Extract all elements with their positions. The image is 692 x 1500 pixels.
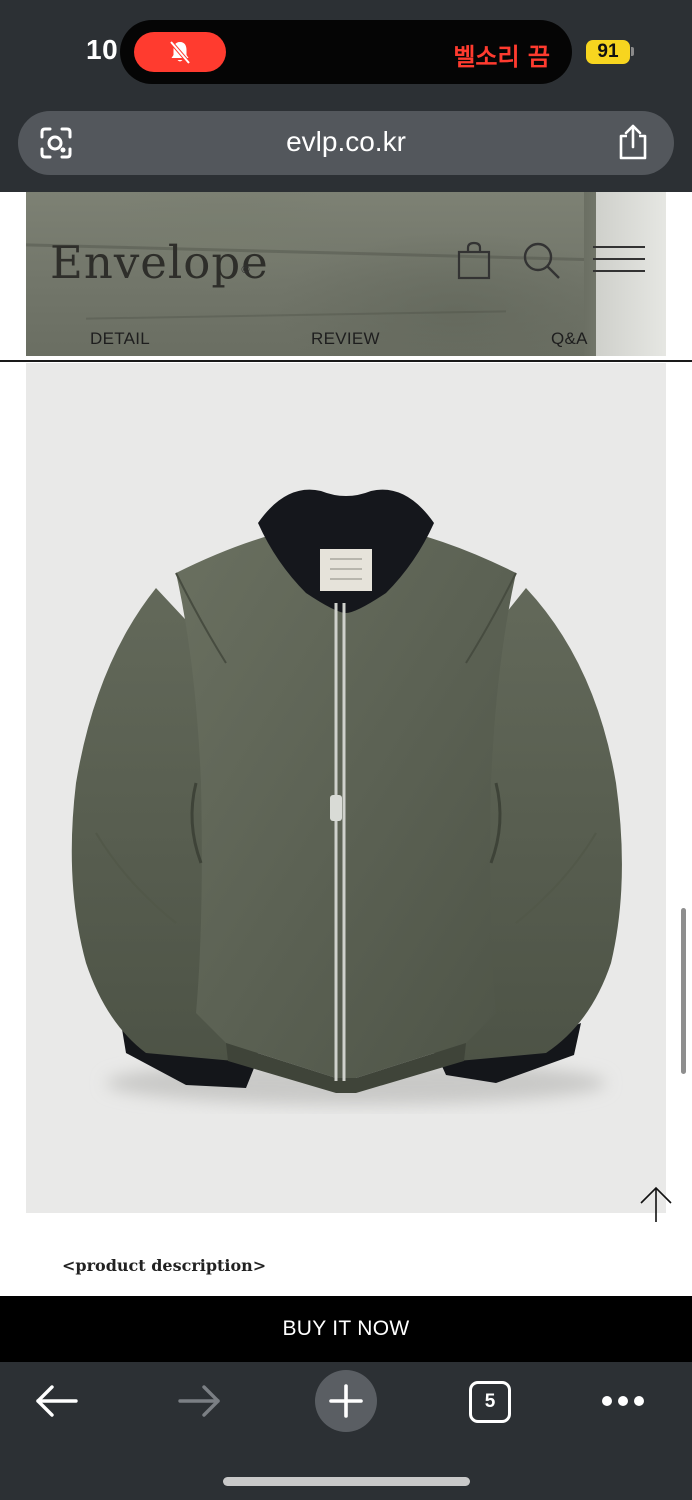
tab-qa[interactable]: Q&A bbox=[551, 329, 588, 349]
product-image bbox=[26, 363, 666, 1213]
share-icon[interactable] bbox=[616, 123, 650, 161]
fabric-fold bbox=[86, 310, 506, 320]
forward-arrow-icon[interactable] bbox=[178, 1384, 222, 1418]
plus-icon bbox=[329, 1384, 363, 1418]
arrow-up-icon[interactable] bbox=[638, 1184, 674, 1224]
back-arrow-icon[interactable] bbox=[34, 1384, 78, 1418]
address-bar[interactable]: evlp.co.kr bbox=[18, 111, 674, 175]
tab-review[interactable]: REVIEW bbox=[311, 329, 380, 349]
jacket-illustration bbox=[71, 489, 622, 1105]
browser-top-chrome: 10 벨소리 끔 91 evlp.co.kr bbox=[0, 0, 692, 192]
tab-switcher-button[interactable]: 5 bbox=[469, 1381, 511, 1423]
brand-logo[interactable]: Envelope bbox=[50, 236, 269, 289]
shopping-bag-icon[interactable] bbox=[456, 240, 492, 280]
url-text: evlp.co.kr bbox=[286, 126, 406, 157]
search-icon[interactable] bbox=[521, 240, 561, 280]
photo-backdrop bbox=[596, 192, 666, 356]
buy-it-now-button[interactable]: BUY IT NOW bbox=[0, 1296, 692, 1362]
battery-indicator: 91 bbox=[586, 40, 630, 64]
home-indicator[interactable] bbox=[223, 1477, 470, 1486]
new-tab-button[interactable] bbox=[315, 1370, 377, 1432]
hamburger-menu-icon[interactable] bbox=[593, 245, 645, 273]
brand-mark: © bbox=[240, 263, 251, 276]
battery-nub bbox=[631, 47, 634, 56]
buy-it-now-label: BUY IT NOW bbox=[282, 1317, 410, 1340]
dynamic-island: 벨소리 끔 bbox=[120, 20, 572, 84]
product-description-heading: <product description> bbox=[62, 1256, 267, 1275]
header-divider bbox=[0, 360, 692, 362]
more-dots-icon[interactable] bbox=[601, 1394, 645, 1408]
scroll-indicator[interactable] bbox=[681, 908, 686, 1074]
screen: 10 벨소리 끔 91 evlp.co.kr Envelope © DETAIL… bbox=[0, 0, 692, 1500]
tab-detail[interactable]: DETAIL bbox=[90, 329, 150, 349]
ringer-status-text: 벨소리 끔 bbox=[453, 43, 550, 71]
bell-slash-icon bbox=[169, 40, 191, 65]
mute-indicator bbox=[134, 32, 226, 72]
status-time: 10 bbox=[86, 34, 119, 65]
